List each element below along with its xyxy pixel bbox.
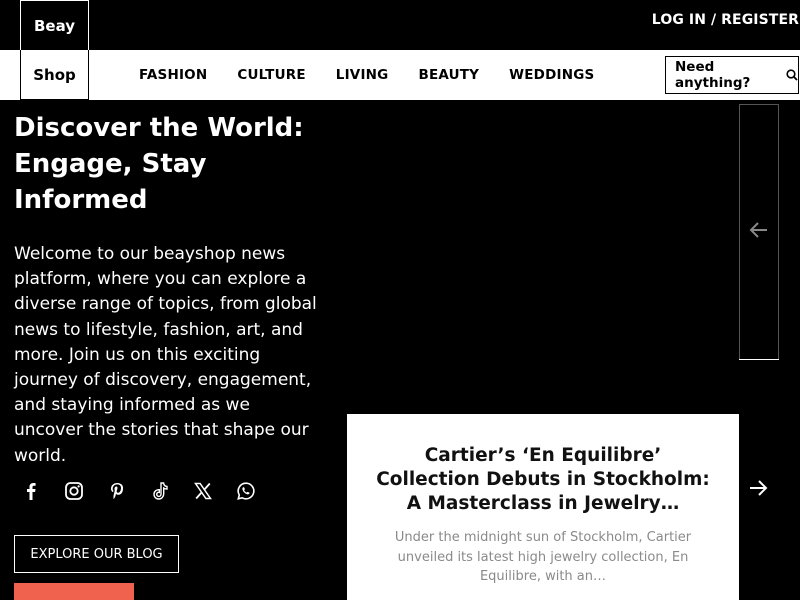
support-us-button[interactable]: SUPPORT US bbox=[14, 583, 134, 600]
nav-item-living[interactable]: LIVING bbox=[336, 67, 389, 83]
top-bar: Beay LOG IN / REGISTER bbox=[0, 0, 800, 50]
x-icon[interactable] bbox=[192, 480, 214, 502]
logo-bottom[interactable]: Shop bbox=[20, 50, 89, 100]
hero-title: Discover the World: Engage, Stay Informe… bbox=[14, 113, 304, 215]
nav-item-fashion[interactable]: FASHION bbox=[139, 67, 207, 83]
article-excerpt: Under the midnight sun of Stockholm, Car… bbox=[394, 530, 692, 584]
carousel-next-button[interactable] bbox=[739, 359, 779, 600]
carousel-prev-button[interactable] bbox=[739, 104, 779, 359]
login-register-link[interactable]: LOG IN / REGISTER bbox=[652, 12, 799, 28]
arrow-left-icon bbox=[748, 219, 770, 245]
social-links bbox=[20, 480, 278, 502]
instagram-icon[interactable] bbox=[63, 480, 85, 502]
arrow-right-icon bbox=[747, 477, 769, 503]
logo-top[interactable]: Beay bbox=[20, 0, 89, 50]
search-label: Need anything? bbox=[675, 59, 751, 91]
nav-links: FASHION CULTURE LIVING BEAUTY WEDDINGS bbox=[139, 50, 624, 100]
nav-item-culture[interactable]: CULTURE bbox=[237, 67, 305, 83]
facebook-icon[interactable] bbox=[20, 480, 42, 502]
nav-item-weddings[interactable]: WEDDINGS bbox=[509, 67, 594, 83]
tiktok-icon[interactable] bbox=[149, 480, 171, 502]
search-icon bbox=[786, 69, 798, 81]
nav-item-beauty[interactable]: BEAUTY bbox=[418, 67, 479, 83]
main-navigation: Shop FASHION CULTURE LIVING BEAUTY WEDDI… bbox=[0, 50, 800, 100]
explore-blog-button[interactable]: EXPLORE OUR BLOG bbox=[14, 535, 179, 573]
pinterest-icon[interactable] bbox=[106, 480, 128, 502]
featured-article-card[interactable]: Cartier’s ‘En Equilibre’ Collection Debu… bbox=[347, 414, 739, 600]
hero-description: Welcome to our beayshop news platform, w… bbox=[14, 244, 317, 466]
article-title[interactable]: Cartier’s ‘En Equilibre’ Collection Debu… bbox=[375, 444, 711, 516]
search-button[interactable]: Need anything? bbox=[665, 56, 799, 94]
whatsapp-icon[interactable] bbox=[235, 480, 257, 502]
